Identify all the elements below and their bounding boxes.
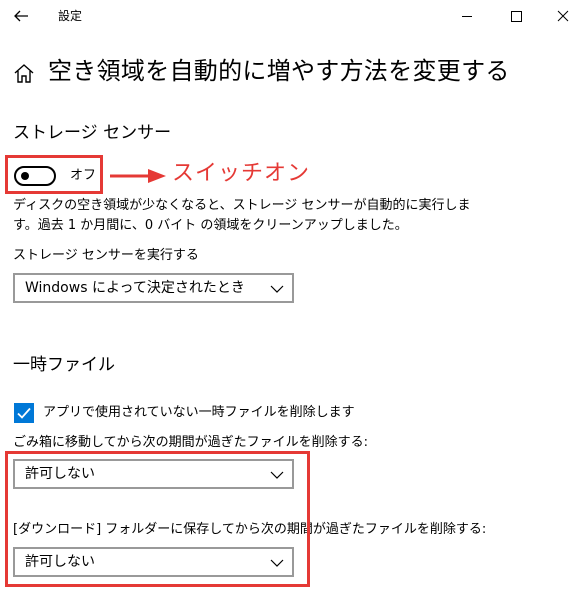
toggle-knob bbox=[21, 172, 29, 180]
close-icon bbox=[557, 10, 569, 22]
toggle-state-label: オフ bbox=[70, 168, 97, 183]
recycle-bin-label: ごみ箱に移動してから次の期間が過ぎたファイルを削除する: bbox=[13, 435, 368, 450]
switch-on-annotation: スイッチオン bbox=[172, 161, 311, 186]
storage-sense-toggle[interactable]: オフ bbox=[14, 162, 104, 188]
run-storage-sense-value: Windows によって決定されたとき bbox=[25, 280, 245, 296]
close-button[interactable] bbox=[548, 2, 578, 30]
page-title: 空き領域を自動的に増やす方法を変更する bbox=[48, 57, 510, 85]
check-icon bbox=[17, 407, 31, 419]
run-storage-sense-label: ストレージ センサーを実行する bbox=[13, 248, 199, 263]
minimize-icon bbox=[462, 16, 472, 17]
storage-sense-description-line2: す。過去 1 か月間に、0 バイト の領域をクリーンアップしました。 bbox=[13, 218, 408, 233]
title-bar: 設定 bbox=[0, 0, 581, 32]
minimize-button[interactable] bbox=[452, 2, 482, 30]
storage-sense-heading: ストレージ センサー bbox=[13, 123, 172, 143]
home-icon[interactable] bbox=[12, 62, 36, 86]
toggle-track bbox=[14, 166, 56, 186]
chevron-down-icon bbox=[270, 285, 284, 293]
delete-temp-files-label: アプリで使用されていない一時ファイルを削除します bbox=[43, 405, 355, 420]
temp-files-heading: 一時ファイル bbox=[13, 355, 115, 375]
home-glyph bbox=[14, 64, 34, 83]
delete-temp-files-checkbox[interactable] bbox=[14, 403, 34, 423]
maximize-button[interactable] bbox=[501, 2, 531, 30]
storage-sense-description-line1: ディスクの空き領域が少なくなると、ストレージ センサーが自動的に実行しま bbox=[13, 198, 471, 213]
dropdowns-highlight-box bbox=[5, 451, 310, 587]
back-button[interactable] bbox=[8, 4, 36, 28]
run-storage-sense-dropdown[interactable]: Windows によって決定されたとき bbox=[13, 273, 294, 303]
back-arrow-icon bbox=[14, 10, 28, 22]
maximize-icon bbox=[511, 11, 522, 22]
window-title: 設定 bbox=[58, 9, 83, 23]
red-arrow-icon bbox=[110, 169, 166, 183]
